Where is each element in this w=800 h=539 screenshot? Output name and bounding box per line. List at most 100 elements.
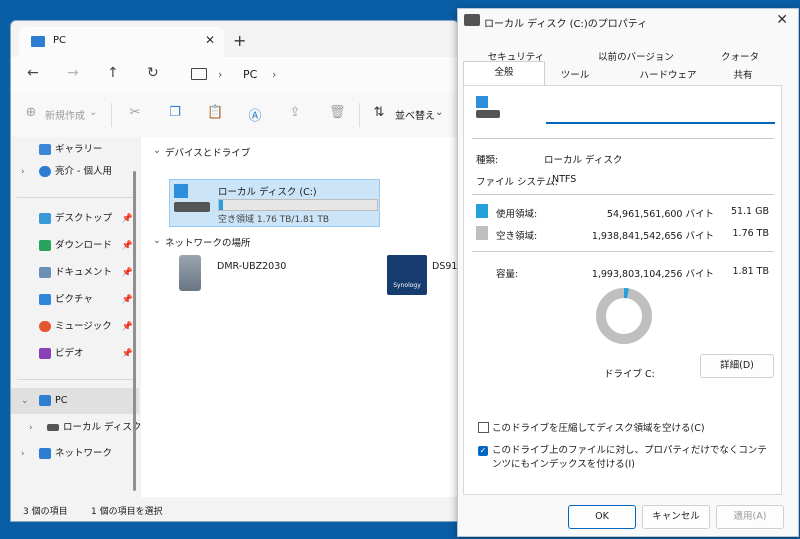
cancel-button[interactable]: キャンセル (642, 505, 710, 529)
separator (359, 103, 360, 127)
tab-general[interactable]: 全般 (463, 61, 545, 86)
nav-item-network[interactable]: › ネットワーク (11, 443, 139, 465)
command-bar: ⊕ 新規作成 ⌄ ✂ ❐ 📋 Ⓐ ⇪ 🗑 ⇅ 並べ替え ⌄ (11, 93, 458, 138)
details-button[interactable]: 詳細(D) (700, 354, 774, 378)
rename-icon[interactable]: Ⓐ (247, 105, 263, 124)
windows-icon (476, 96, 488, 108)
address-bar-row: ← → ↑ ↻ › PC › (11, 57, 458, 93)
sort-icon: ⇅ (373, 105, 385, 120)
nav-label: ネットワーク (55, 448, 113, 459)
synology-icon[interactable]: Synology (387, 255, 427, 295)
nav-label: デスクトップ (55, 213, 113, 224)
nav-label: ギャラリー (55, 144, 103, 155)
nav-item-pc[interactable]: ⌄ PC (11, 388, 139, 414)
new-tab-icon[interactable]: + (233, 31, 246, 50)
drive-icon (47, 424, 59, 431)
tab-tools[interactable]: ツール (550, 67, 600, 81)
breadcrumb-chevron-icon[interactable]: › (272, 68, 276, 81)
compress-label[interactable]: このドライブを圧縮してディスク領域を空ける(C) (492, 420, 705, 434)
chevron-down-icon[interactable]: ⌄ (153, 145, 161, 156)
video-icon (39, 348, 51, 359)
used-color-swatch (476, 204, 488, 218)
divider (17, 197, 133, 198)
chevron-right-icon[interactable]: › (21, 443, 25, 465)
copy-icon[interactable]: ❐ (167, 105, 183, 121)
nav-item-onedrive[interactable]: › 亮介 - 個人用 (11, 161, 139, 183)
drive-usage-fill (219, 200, 224, 210)
nav-item-videos[interactable]: ビデオ 📌 (11, 343, 139, 365)
sort-button[interactable]: 並べ替え (395, 107, 435, 122)
close-tab-icon[interactable]: ✕ (205, 33, 215, 47)
delete-icon[interactable]: 🗑 (329, 105, 346, 121)
network-item-ds918[interactable]: DS918 (432, 261, 458, 272)
tab-sharing[interactable]: 共有 (713, 67, 773, 81)
nav-label: ピクチャ (55, 294, 93, 305)
chevron-right-icon[interactable]: › (21, 161, 25, 183)
capacity-size: 1.81 TB (732, 266, 770, 277)
pin-icon: 📌 (121, 268, 133, 278)
nav-item-downloads[interactable]: ダウンロード 📌 (11, 235, 139, 257)
section-network[interactable]: ネットワークの場所 (165, 235, 251, 249)
media-server-icon[interactable] (179, 255, 201, 291)
up-icon[interactable]: ↑ (107, 65, 119, 81)
forward-icon[interactable]: → (67, 65, 79, 81)
scrollbar[interactable] (133, 171, 136, 491)
cut-icon[interactable]: ✂ (127, 105, 143, 121)
ok-button[interactable]: OK (568, 505, 636, 529)
dialog-title: ローカル ディスク (C:)のプロパティ (484, 19, 648, 30)
nav-item-desktop[interactable]: デスクトップ 📌 (11, 208, 139, 230)
breadcrumb-pc[interactable]: PC (243, 68, 257, 81)
chevron-right-icon[interactable]: › (29, 417, 33, 439)
pin-icon: 📌 (121, 214, 133, 224)
nav-item-local-disk[interactable]: › ローカル ディスク (11, 417, 142, 439)
refresh-icon[interactable]: ↻ (147, 65, 159, 81)
pin-icon: 📌 (121, 349, 133, 359)
properties-dialog: ローカル ディスク (C:)のプロパティ ✕ セキュリティ 以前のバージョン ク… (457, 8, 799, 537)
tab-hardware[interactable]: ハードウェア (628, 67, 708, 81)
nav-item-gallery[interactable]: ギャラリー (11, 139, 139, 161)
tab-quota[interactable]: クォータ (710, 49, 770, 63)
index-label[interactable]: このドライブ上のファイルに対し、プロパティだけでなくコンテンツにもインデックスを… (492, 444, 774, 472)
file-explorer-window: PC ✕ + ← → ↑ ↻ › PC › ⊕ 新規作成 ⌄ ✂ ❐ 📋 Ⓐ ⇪… (10, 20, 459, 522)
share-icon[interactable]: ⇪ (287, 105, 303, 121)
usage-donut-chart (596, 288, 652, 344)
used-label: 使用領域: (496, 209, 538, 220)
compress-checkbox[interactable] (478, 422, 489, 433)
breadcrumb-chevron-icon[interactable]: › (218, 68, 222, 81)
close-icon[interactable]: ✕ (776, 12, 788, 28)
monitor-icon (191, 68, 207, 80)
cloud-icon (39, 166, 51, 177)
drive-usage-bar (218, 199, 378, 211)
index-checkbox[interactable]: ✓ (478, 446, 488, 456)
divider (472, 251, 774, 252)
apply-button[interactable]: 適用(A) (716, 505, 784, 529)
nav-item-music[interactable]: ミュージック 📌 (11, 316, 139, 338)
tab-previous-versions[interactable]: 以前のバージョン (586, 49, 686, 63)
nav-label: ローカル ディスク (63, 422, 142, 433)
nav-item-documents[interactable]: ドキュメント 📌 (11, 262, 139, 284)
tab-pc[interactable]: PC ✕ (19, 27, 224, 57)
back-icon[interactable]: ← (27, 65, 39, 81)
drive-c-item[interactable]: ローカル ディスク (C:) 空き領域 1.76 TB/1.81 TB (169, 179, 380, 227)
section-devices[interactable]: デバイスとドライブ (165, 145, 250, 159)
pin-icon: 📌 (121, 295, 133, 305)
used-bytes: 54,961,561,600 バイト (606, 209, 714, 220)
pc-icon (39, 395, 51, 406)
free-bytes: 1,938,841,542,656 バイト (591, 231, 714, 242)
pc-icon (31, 36, 45, 47)
paste-icon[interactable]: 📋 (207, 105, 223, 121)
button-label: 詳細(D) (720, 360, 754, 371)
filesystem-label: ファイル システム: (476, 177, 558, 188)
drive-icon (476, 110, 500, 118)
nav-item-pictures[interactable]: ピクチャ 📌 (11, 289, 139, 311)
nav-label: 亮介 - 個人用 (55, 166, 112, 177)
new-button[interactable]: 新規作成 (45, 107, 85, 122)
free-label: 空き領域: (496, 231, 538, 242)
nav-label: ミュージック (55, 321, 112, 332)
drive-name-input[interactable] (546, 100, 775, 124)
chevron-down-icon[interactable]: ⌄ (21, 388, 29, 414)
donut-free-segment (596, 288, 652, 344)
button-label: OK (595, 511, 609, 522)
network-item-dmr[interactable]: DMR-UBZ2030 (217, 261, 286, 272)
chevron-down-icon[interactable]: ⌄ (153, 235, 161, 246)
